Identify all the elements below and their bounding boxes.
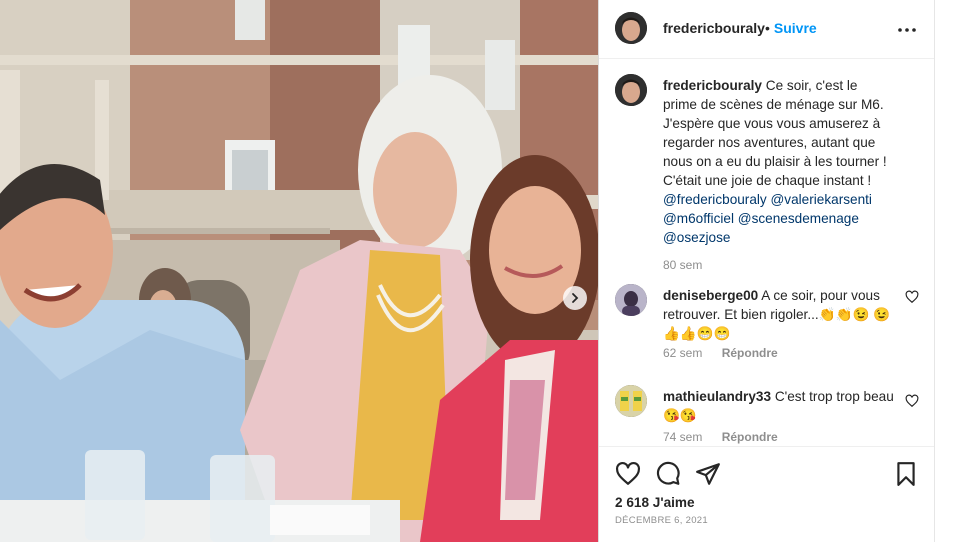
author-username[interactable]: fredericbouraly: [663, 20, 765, 36]
caption-body: Ce soir, c'est le prime de scènes de mén…: [663, 78, 887, 188]
heart-icon: [905, 394, 919, 408]
carousel-next-button[interactable]: [563, 286, 587, 310]
comments-list[interactable]: fredericbouraly Ce soir, c'est le prime …: [599, 60, 935, 446]
comment-button[interactable]: [655, 461, 681, 487]
caption-avatar[interactable]: [615, 74, 647, 106]
comment-username[interactable]: mathieulandry33: [663, 389, 771, 404]
share-button[interactable]: [695, 461, 721, 487]
caption-timestamp[interactable]: 80 sem: [663, 258, 702, 272]
heart-icon: [905, 290, 919, 304]
reply-button[interactable]: Répondre: [722, 346, 778, 360]
comment-meta: 62 sem Répondre: [663, 346, 778, 360]
comment-username[interactable]: deniseberge00: [663, 288, 758, 303]
commenter-avatar[interactable]: [615, 385, 647, 417]
heart-icon: [616, 461, 640, 485]
caption-username[interactable]: fredericbouraly: [663, 78, 762, 93]
comment-icon: [656, 461, 680, 485]
comment-timestamp[interactable]: 62 sem: [663, 346, 702, 360]
mention-link[interactable]: @fredericbouraly: [663, 192, 767, 207]
photo-illustration: [0, 0, 598, 542]
caption-text-block: fredericbouraly Ce soir, c'est le prime …: [663, 76, 895, 247]
page-scrollbar[interactable]: [934, 0, 956, 542]
comment-like-button[interactable]: [905, 394, 919, 408]
like-button[interactable]: [615, 461, 641, 487]
author-avatar[interactable]: [615, 12, 647, 44]
post-photo[interactable]: [0, 0, 598, 542]
comment-timestamp[interactable]: 74 sem: [663, 430, 702, 444]
post-date[interactable]: DÉCEMBRE 6, 2021: [615, 515, 708, 526]
mention-link[interactable]: @scenesdemenage: [738, 211, 859, 226]
send-icon: [696, 463, 720, 485]
follow-separator: •: [765, 20, 770, 36]
mention-link[interactable]: @osezjose: [663, 230, 730, 245]
bookmark-icon: [897, 462, 915, 486]
post-side-panel: fredericbouraly • Suivre fredericbouraly…: [598, 0, 935, 542]
mention-link[interactable]: @m6officiel: [663, 211, 734, 226]
commenter-avatar[interactable]: [615, 284, 647, 316]
follow-button[interactable]: Suivre: [774, 20, 817, 36]
comment-meta: 74 sem Répondre: [663, 430, 778, 444]
save-button[interactable]: [893, 461, 919, 487]
chevron-right-icon: [572, 293, 579, 303]
more-horizontal-icon: [898, 28, 916, 32]
comment-text-block: deniseberge00 A ce soir, pour vous retro…: [663, 286, 895, 343]
comment-like-button[interactable]: [905, 290, 919, 304]
reply-button[interactable]: Répondre: [722, 430, 778, 444]
post-header: fredericbouraly • Suivre: [599, 0, 935, 59]
mention-link[interactable]: @valeriekarsenti: [771, 192, 872, 207]
post-actions: 2 618 J'aime DÉCEMBRE 6, 2021: [599, 446, 935, 542]
comment-text-block: mathieulandry33 C'est trop trop beau 😘😘: [663, 387, 895, 425]
follow-area: • Suivre: [765, 20, 817, 36]
more-options-button[interactable]: [895, 18, 919, 42]
like-count[interactable]: 2 618 J'aime: [615, 495, 695, 510]
